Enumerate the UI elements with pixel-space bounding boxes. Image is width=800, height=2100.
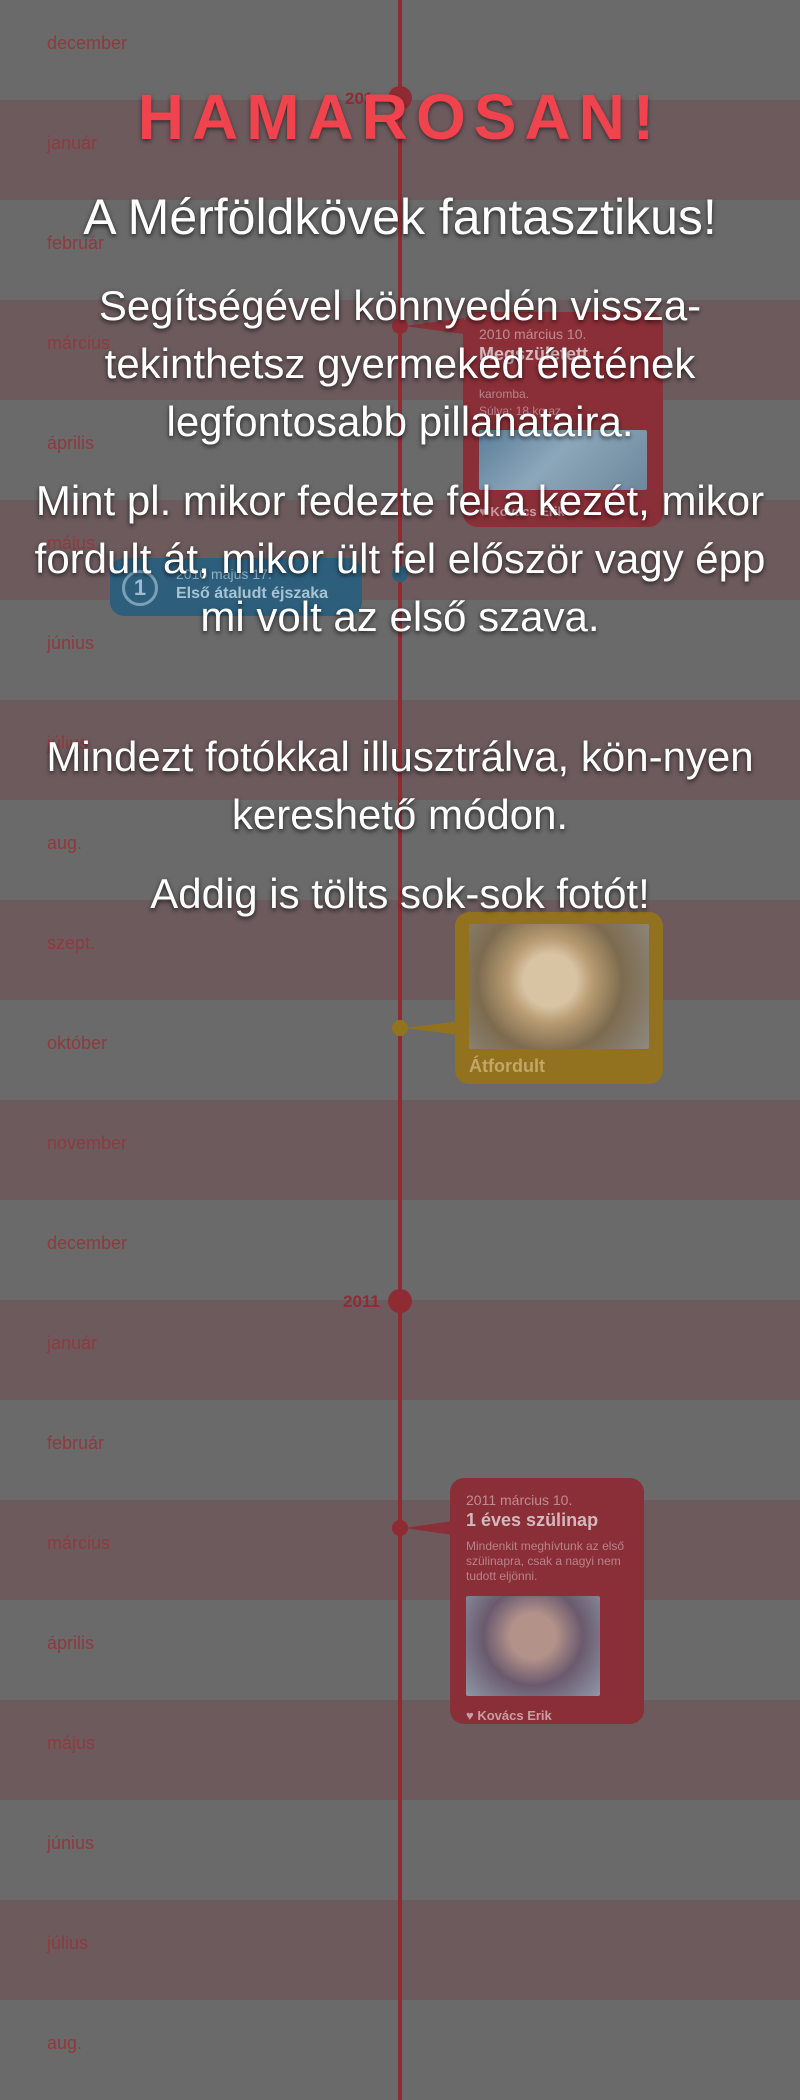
overlay-paragraph-4: Addig is tölts sok-sok fotót! — [150, 870, 650, 917]
overlay-paragraph-1: Segítségével könnyedén vissza-tekinthets… — [98, 282, 702, 445]
coming-soon-overlay: HAMAROSAN! A Mérföldkövek fantasztikus! … — [0, 0, 800, 2100]
overlay-paragraph-3: Mindezt fotókkal illusztrálva, kön-nyen … — [46, 733, 754, 838]
coming-soon-headline: HAMAROSAN! — [137, 81, 663, 153]
overlay-subheadline: A Mérföldkövek fantasztikus! — [83, 189, 717, 245]
overlay-paragraph-2: Mint pl. mikor fedezte fel a kezét, miko… — [34, 477, 766, 640]
